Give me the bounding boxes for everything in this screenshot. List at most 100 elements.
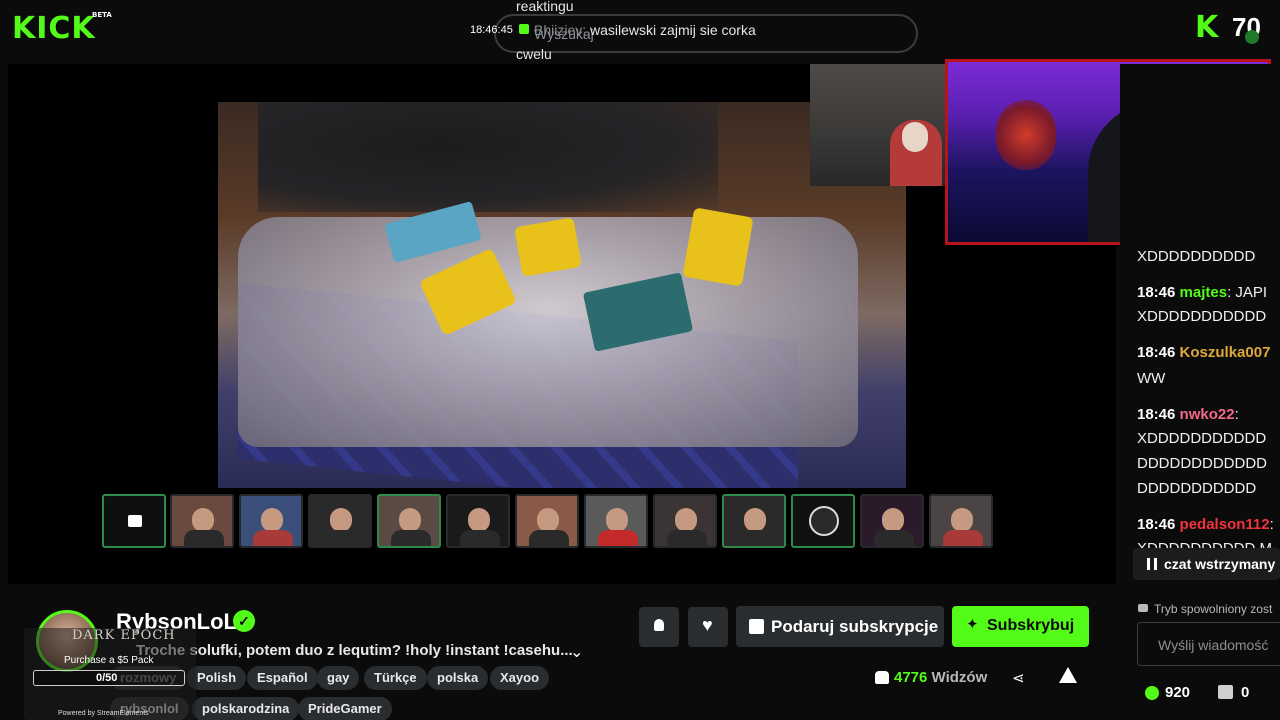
chat-text: XDDDDDDDDDDD: [1137, 430, 1267, 447]
thumbnail-face: [399, 508, 421, 532]
webcam-left: [810, 64, 946, 186]
thumbnail-stream[interactable]: [170, 494, 234, 548]
tag-chip[interactable]: Xayoo: [490, 666, 550, 690]
tag-chip[interactable]: PrideGamer: [298, 697, 392, 720]
tag-chip[interactable]: Türkçe: [364, 666, 427, 690]
chat-text: DDDDDDDDDDDD: [1137, 455, 1267, 472]
chat-text: : JAPI: [1227, 284, 1268, 301]
chat-timestamp: 18:46: [1137, 344, 1176, 361]
thumbnail-body: [874, 530, 914, 546]
chat-message: DDDDDDDDDDD: [1137, 480, 1256, 497]
chat-message: XDDDDDDDDDDD: [1137, 308, 1266, 325]
thumbnail-body: [322, 530, 362, 546]
thumbnail-face: [882, 508, 904, 532]
chat-message: 18:46 Koszulka007: [1137, 344, 1270, 361]
overlay-chat-user: Bhiiziev:: [534, 22, 587, 38]
thumbnail-body: [253, 530, 293, 546]
share-icon[interactable]: ⋖: [1012, 669, 1025, 687]
thumbnail-camera[interactable]: [102, 494, 166, 548]
video-hands: [258, 102, 718, 212]
verified-icon: ✓: [233, 610, 255, 632]
tag-chip[interactable]: Español: [247, 666, 318, 690]
viewer-count-number: 4776: [894, 669, 928, 686]
stream-title: Troche solufki, potem duo z lequtim? !ho…: [136, 642, 573, 659]
chat-username[interactable]: nwko22: [1180, 406, 1235, 423]
thumbnail-face: [744, 508, 766, 532]
thumbnail-body: [460, 530, 500, 546]
chat-message: XDDDDDDDDDD: [1137, 248, 1255, 265]
thumbnail-body: [598, 530, 638, 546]
beta-badge: BETA: [92, 11, 112, 19]
chat-timestamp: 18:46: [1137, 406, 1176, 423]
kick-logo[interactable]: KICK BETA: [12, 11, 112, 46]
logo-text: KICK: [12, 11, 96, 46]
thumbnail-stream[interactable]: [446, 494, 510, 548]
chat-timestamp: 18:46: [1137, 516, 1176, 533]
thumbnail-body: [391, 530, 431, 546]
tag-chip[interactable]: polska: [427, 666, 489, 690]
widget-title: DARK EPOCH: [72, 628, 176, 643]
user-avatar[interactable]: [1245, 30, 1259, 44]
chat-text: :: [1269, 516, 1274, 533]
thumbnail-face: [537, 508, 559, 532]
thumbnail-face: [675, 508, 697, 532]
sparkle-icon: ✦: [966, 616, 979, 633]
gift-icon: [749, 619, 764, 634]
thumbnail-face: [951, 508, 973, 532]
thumbnail-face: [468, 508, 490, 532]
thumbnail-stream[interactable]: [308, 494, 372, 548]
thumbnail-face: [330, 508, 352, 532]
thumbnail-stream[interactable]: [377, 494, 441, 548]
chat-username[interactable]: majtes: [1180, 284, 1228, 301]
video-item: [682, 207, 754, 287]
viewer-count: 4776 Widzów: [894, 669, 987, 686]
gift-subs-label: Podaruj subskrypcje: [771, 617, 939, 636]
overlay-chat-line: reaktingu: [516, 0, 574, 14]
thumbnail-body: [943, 530, 983, 546]
chat-message: XDDDDDDDDDDD: [1137, 430, 1266, 447]
overlay-chat-line: Bhiiziev: wasilewski zajmij sie corka: [534, 22, 756, 38]
overlay-chat-text: wasilewski zajmij sie corka: [586, 22, 756, 38]
widget-powered-text: Powered by StreamElements: [58, 710, 149, 717]
chat-message: 18:46 nwko22:: [1137, 406, 1239, 423]
thumbnail-stream[interactable]: [722, 494, 786, 548]
chat-text: WW: [1137, 370, 1166, 387]
chevron-down-icon[interactable]: ⌄: [570, 642, 583, 662]
thumbnail-stream[interactable]: [791, 494, 855, 548]
chat-message: DDDDDDDDDDDD: [1137, 455, 1267, 472]
overlay-clock: 18:46:45: [470, 24, 513, 36]
chat-message: 18:46 pedalson112:: [1137, 516, 1274, 533]
multistream-thumbnails: [102, 494, 1022, 548]
chat-message: WW: [1137, 370, 1165, 387]
thumbnail-stream[interactable]: [239, 494, 303, 548]
page: KICK BETA Wyszukaj reaktingu Bhiiziev: w…: [0, 0, 1280, 720]
thumbnail-stream[interactable]: [584, 494, 648, 548]
chat-username[interactable]: Koszulka007: [1180, 344, 1271, 361]
thumbnail-stream[interactable]: [653, 494, 717, 548]
chat-input-placeholder: Wyślij wiadomość: [1158, 637, 1269, 653]
chat-message: 18:46 majtes: JAPI: [1137, 284, 1267, 301]
chat-text: :: [1234, 406, 1239, 423]
chat-username[interactable]: pedalson112: [1180, 516, 1270, 533]
thumbnail-stream[interactable]: [929, 494, 993, 548]
gift-count: 0: [1241, 684, 1250, 701]
overlay-chat-line: cwelu: [516, 46, 552, 62]
thumbnail-face: [192, 508, 214, 532]
thumbnail-stream[interactable]: [515, 494, 579, 548]
tag-chip[interactable]: polskarodzina: [192, 697, 300, 720]
webcam-lamp: [996, 100, 1056, 170]
video-item: [514, 217, 582, 277]
thumbnail-body: [667, 530, 707, 546]
chat-text: XDDDDDDDDDD: [1137, 248, 1256, 265]
camera-icon: [128, 515, 142, 527]
kick-badge-icon: [519, 24, 529, 34]
thumbnail-stream[interactable]: [860, 494, 924, 548]
gift-icon[interactable]: [1218, 685, 1233, 699]
report-icon[interactable]: [1059, 667, 1077, 683]
channel-points-count: 920: [1165, 684, 1191, 701]
channel-points-icon[interactable]: [1145, 686, 1159, 700]
viewers-icon: [875, 671, 889, 684]
bell-icon: [654, 619, 664, 631]
tag-chip[interactable]: gay: [317, 666, 360, 690]
stream-video[interactable]: [218, 102, 906, 488]
